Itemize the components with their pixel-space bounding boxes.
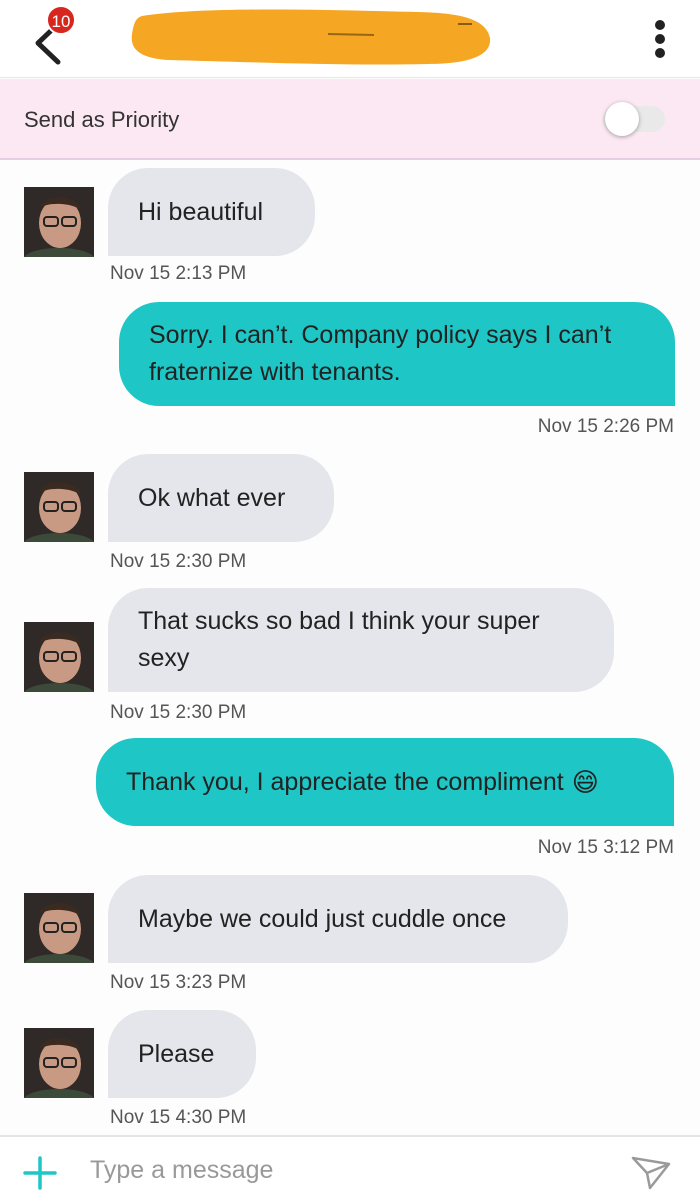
plus-icon[interactable] [22, 1155, 58, 1191]
send-as-priority-toggle[interactable] [603, 100, 665, 138]
message-text: Ok what ever [138, 483, 286, 512]
avatar[interactable] [24, 622, 94, 692]
message-timestamp: Nov 15 2:30 PM [110, 551, 247, 572]
message-timestamp: Nov 15 3:12 PM [537, 837, 674, 858]
message-text: Please [138, 1039, 215, 1068]
avatar[interactable] [24, 187, 94, 257]
message-bubble-outgoing[interactable]: Thank you, I appreciate the compliment 😄 [96, 738, 674, 826]
message-bubble-incoming[interactable]: Hi beautiful [108, 168, 315, 256]
avatar[interactable] [24, 1028, 94, 1098]
message-text: Thank you, I appreciate the compliment [126, 767, 564, 796]
avatar[interactable] [24, 472, 94, 542]
message-input[interactable] [90, 1147, 610, 1193]
grinning-emoji-icon: 😄 [571, 766, 599, 797]
message-text: Sorry. I can’t. Company policy says I ca… [149, 321, 612, 386]
message-text: That sucks so bad I think your super sex… [138, 607, 540, 672]
message-text: Maybe we could just cuddle once [138, 904, 507, 933]
message-timestamp: Nov 15 2:30 PM [110, 702, 247, 723]
message-timestamp: Nov 15 4:30 PM [110, 1107, 247, 1128]
send-as-priority-label: Send as Priority [24, 107, 180, 132]
kebab-menu-icon[interactable] [648, 18, 672, 62]
message-timestamp: Nov 15 2:26 PM [537, 416, 674, 437]
message-bubble-outgoing[interactable]: Sorry. I can’t. Company policy says I ca… [119, 302, 675, 406]
send-as-priority-bar: Send as Priority [0, 79, 700, 160]
message-timestamp: Nov 15 3:23 PM [110, 972, 247, 993]
avatar[interactable] [24, 893, 94, 963]
message-text: Hi beautiful [138, 197, 264, 226]
toggle-knob [605, 102, 639, 136]
send-icon[interactable] [630, 1155, 672, 1191]
message-bubble-incoming[interactable]: Please [108, 1010, 256, 1098]
message-bubble-incoming[interactable]: That sucks so bad I think your super sex… [108, 588, 614, 692]
notification-badge: 10 [46, 5, 76, 35]
redacted-contact-name [131, 9, 491, 65]
message-timestamp: Nov 15 2:13 PM [110, 263, 247, 284]
message-composer [0, 1135, 700, 1201]
message-bubble-incoming[interactable]: Ok what ever [108, 454, 334, 542]
top-bar: 10 [0, 0, 700, 78]
message-bubble-incoming[interactable]: Maybe we could just cuddle once [108, 875, 568, 963]
